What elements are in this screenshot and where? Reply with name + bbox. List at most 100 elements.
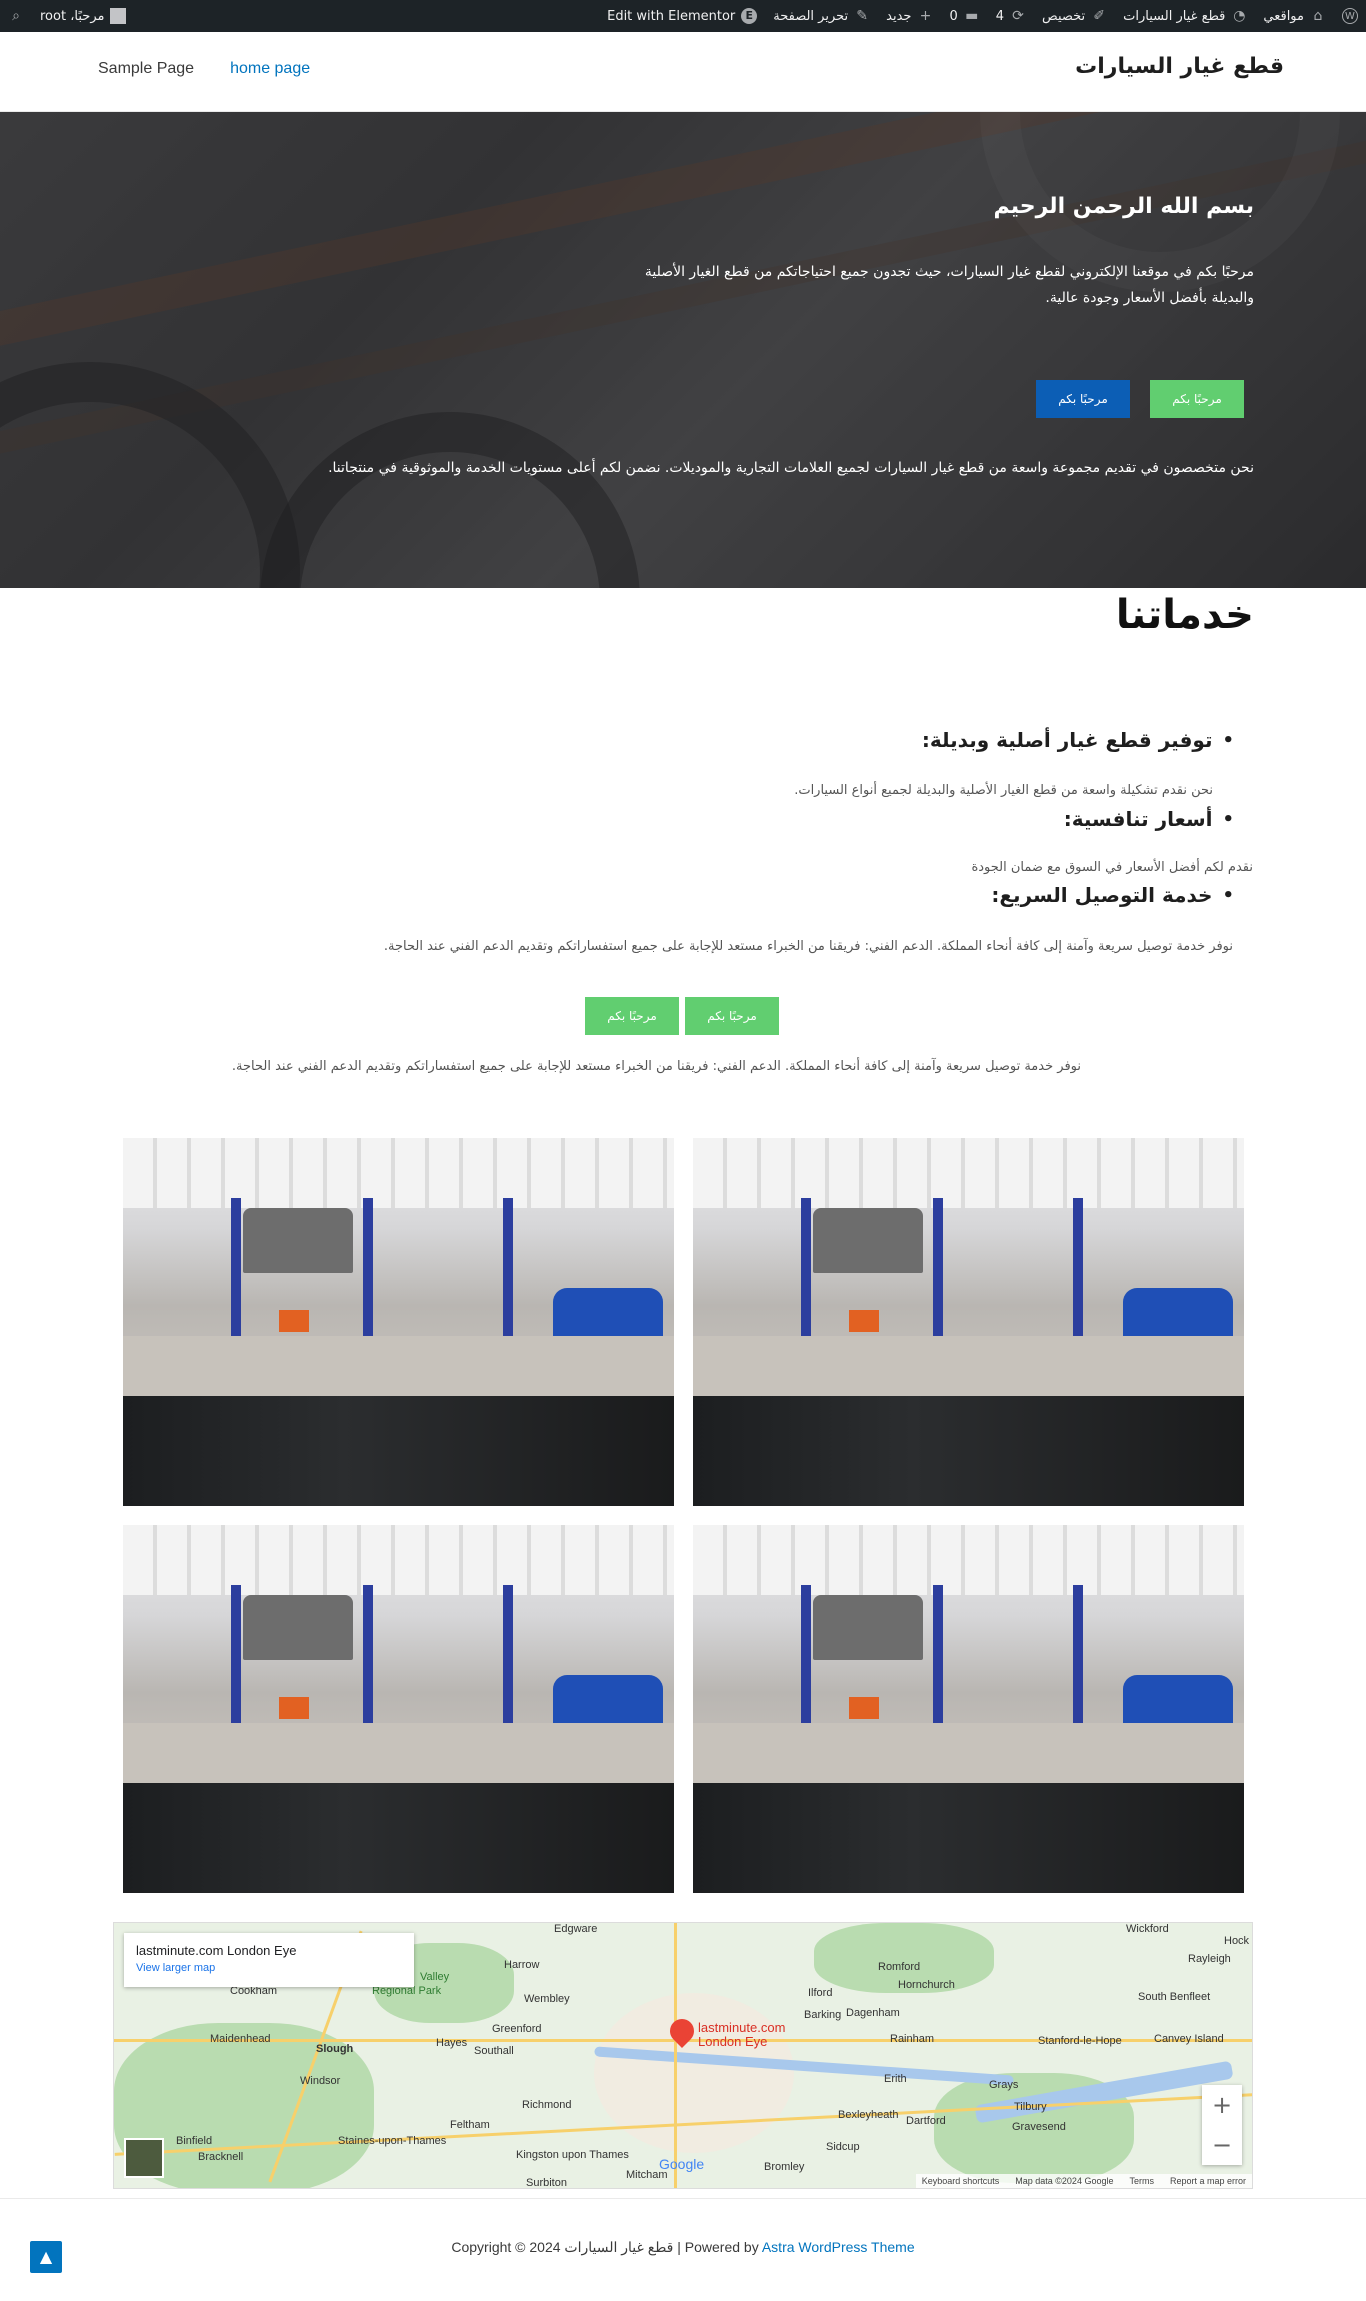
services-button-2[interactable]: مرحبًا بكم (685, 997, 779, 1035)
comments-count: 0 (949, 8, 958, 24)
search-icon[interactable]: ⌕ (8, 8, 24, 24)
hero-bottom-text: نحن متخصصون في تقديم مجموعة واسعة من قطع… (328, 460, 1254, 476)
nav-home-page[interactable]: home page (230, 60, 310, 78)
refresh-icon: ⟳ (1012, 8, 1024, 24)
map-label: Hayes (436, 2037, 468, 2049)
site-footer: ▲ Copyright © 2024 قطع غيار السيارات | P… (0, 2198, 1366, 2301)
map-label: Binfield (176, 2135, 213, 2147)
service-text: نحن نقدم تشكيلة واسعة من قطع الغيار الأص… (794, 783, 1213, 798)
service-item: • خدمة التوصيل السريع: (991, 883, 1234, 907)
map-label: South Benfleet (1138, 1991, 1211, 2003)
map-label: Sidcup (826, 2141, 860, 2153)
map-label: Staines-upon-Thames (338, 2135, 447, 2147)
primary-nav: Sample Page home page (98, 60, 310, 78)
map-label: Rainham (890, 2033, 935, 2045)
customize-link[interactable]: تخصيص ✐ (1042, 8, 1107, 24)
hero-secondary-button[interactable]: مرحبًا بكم (1036, 380, 1130, 418)
services-title: خدماتنا (1115, 592, 1254, 638)
bullet-icon: • (1222, 729, 1234, 751)
map-label: Edgware (554, 1923, 598, 1935)
keyboard-shortcuts-link[interactable]: Keyboard shortcuts (922, 2176, 1000, 2186)
report-error-link[interactable]: Report a map error (1170, 2176, 1246, 2186)
elementor-edit-link[interactable]: Edit with Elementor E (607, 8, 758, 24)
map-footer: Keyboard shortcuts Map data ©2024 Google… (915, 2174, 1252, 2188)
service-heading: خدمة التوصيل السريع: (991, 883, 1213, 907)
updates-count: 4 (995, 8, 1005, 24)
footer-copyright: Copyright © 2024 قطع غيار السيارات | Pow… (0, 2239, 1366, 2256)
map-label: Canvey Island (1154, 2033, 1224, 2045)
account-menu[interactable]: مرحبًا، root (40, 8, 127, 24)
service-text: نقدم لكم أفضل الأسعار في السوق مع ضمان ا… (971, 860, 1253, 875)
map-layer-toggle[interactable] (124, 2138, 164, 2178)
map-label: Dagenham (846, 2007, 900, 2019)
zoom-out-button[interactable]: − (1202, 2125, 1242, 2165)
gallery-image[interactable] (123, 1138, 674, 1506)
astra-theme-link[interactable]: Astra WordPress Theme (762, 2239, 915, 2255)
service-text: نوفر خدمة توصيل سريعة وآمنة إلى كافة أنح… (383, 939, 1233, 954)
map-label: Slough (316, 2043, 354, 2055)
customize-label: تخصيص (1042, 8, 1086, 24)
map-label: Bracknell (198, 2151, 244, 2163)
map-label: Ilford (808, 1987, 833, 1999)
new-label: جديد (886, 8, 912, 24)
my-sites-link[interactable]: مواقعي ⌂ (1263, 8, 1326, 24)
comment-icon: ▬ (965, 8, 979, 24)
gallery-image[interactable] (123, 1525, 674, 1893)
service-heading: أسعار تنافسية: (1063, 807, 1213, 831)
zoom-controls: + − (1202, 2085, 1242, 2165)
gallery-image[interactable] (693, 1138, 1244, 1506)
service-item: • أسعار تنافسية: (1064, 807, 1234, 831)
services-button-1[interactable]: مرحبًا بكم (585, 997, 679, 1035)
map-label: Romford (878, 1961, 921, 1973)
admin-bar: ⌕ مرحبًا، root Edit with Elementor E تحر… (0, 0, 1366, 32)
wordpress-logo-icon[interactable]: W (1342, 8, 1358, 24)
map-label: Harrow (504, 1959, 540, 1971)
terms-link[interactable]: Terms (1129, 2176, 1154, 2186)
map-place-name: lastminute.com London Eye (136, 1943, 297, 1958)
edit-page-link[interactable]: تحرير الصفحة ✎ (773, 8, 870, 24)
map-place-card: lastminute.com London Eye View larger ma… (124, 1933, 414, 1987)
elementor-label: Edit with Elementor (607, 8, 736, 24)
pencil-icon: ✎ (856, 8, 868, 24)
new-content-link[interactable]: جديد + (886, 8, 933, 24)
gallery-image[interactable] (693, 1525, 1244, 1893)
map-label: Bromley (764, 2161, 805, 2173)
map-label: Erith (884, 2073, 907, 2085)
map-label: Wickford (1126, 1923, 1169, 1935)
map-label: Grays (989, 2079, 1019, 2091)
hero-text: مرحبًا بكم في موقعنا الإلكتروني لقطع غيا… (644, 264, 1254, 306)
google-map[interactable]: Edgware Harrow Wembley Greenford Southal… (113, 1922, 1253, 2189)
site-title[interactable]: قطع غيار السيارات (1075, 54, 1284, 79)
map-label: Gravesend (1012, 2121, 1066, 2133)
service-heading: توفير قطع غيار أصلية وبديلة: (921, 728, 1213, 752)
nav-sample-page[interactable]: Sample Page (98, 60, 194, 78)
zoom-in-button[interactable]: + (1202, 2085, 1242, 2125)
greeting-label: مرحبًا، root (40, 8, 105, 24)
map-label: Kingston upon Thames (516, 2149, 629, 2161)
view-larger-map-link[interactable]: View larger map (136, 1962, 402, 1974)
map-pin-label: lastminute.com London Eye (698, 2020, 786, 2049)
site-name-label: قطع غيار السيارات (1123, 8, 1226, 24)
map-label: Hornchurch (898, 1979, 955, 1991)
comments-link[interactable]: 0 ▬ (949, 8, 979, 24)
map-label: Wembley (524, 1993, 570, 2005)
service-item: • توفير قطع غيار أصلية وبديلة: (922, 728, 1234, 752)
bullet-icon: • (1222, 808, 1234, 830)
hero-section: بسم الله الرحمن الرحيم مرحبًا بكم في موق… (0, 112, 1366, 588)
map-label: Southall (474, 2045, 514, 2057)
map-label: Rayleigh (1188, 1953, 1231, 1965)
services-closing-text: نوفر خدمة توصيل سريعة وآمنة إلى كافة أنح… (231, 1059, 1081, 1074)
site-name-link[interactable]: قطع غيار السيارات ◔ (1123, 8, 1247, 24)
edit-page-label: تحرير الصفحة (773, 8, 849, 24)
map-label: Windsor (300, 2075, 341, 2087)
brush-icon: ✐ (1093, 8, 1106, 24)
updates-link[interactable]: 4 ⟳ (996, 8, 1026, 24)
hero-primary-button[interactable]: مرحبًا بكم (1150, 380, 1244, 418)
avatar (110, 8, 127, 24)
map-label: Maidenhead (210, 2033, 271, 2045)
map-label: Surbiton (526, 2177, 567, 2189)
dashboard-icon: ◔ (1233, 8, 1246, 24)
map-label: Bexleyheath (838, 2109, 899, 2121)
map-data-text: Map data ©2024 Google (1015, 2176, 1114, 2186)
map-label: Hock (1224, 1935, 1250, 1947)
